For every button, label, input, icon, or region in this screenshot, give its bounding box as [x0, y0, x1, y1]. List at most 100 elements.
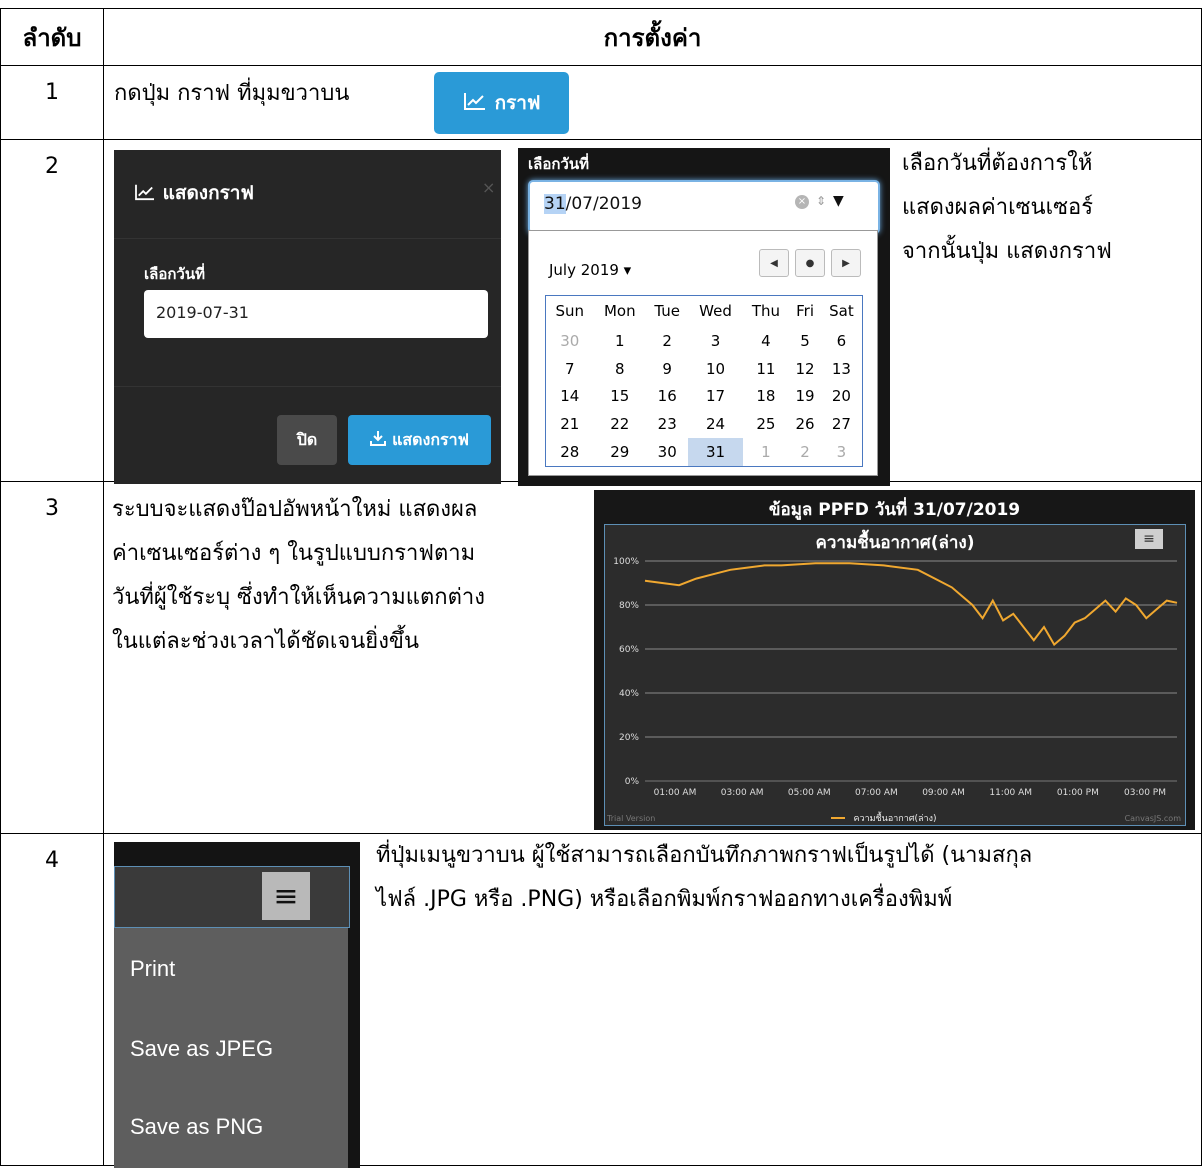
calendar-day[interactable]: 19	[789, 383, 821, 411]
y-tick-label: 0%	[625, 777, 640, 787]
calendar-day[interactable]: 12	[789, 355, 821, 383]
calendar-day[interactable]: 17	[688, 383, 742, 411]
hamburger-menu-icon[interactable]: ≡	[262, 872, 310, 920]
today-icon[interactable]: ●	[795, 249, 825, 277]
x-tick-label: 07:00 AM	[855, 788, 898, 798]
row-number: 1	[0, 65, 104, 140]
step-text: กดปุ่ม กราฟ ที่มุมขวาบน	[114, 81, 350, 106]
chart-icon	[463, 91, 487, 116]
show-graph-button[interactable]: แสดงกราฟ	[348, 415, 491, 465]
x-tick-label: 03:00 PM	[1124, 788, 1166, 798]
calendar-day[interactable]: 8	[594, 355, 646, 383]
watermark-right: CanvasJS.com	[1125, 814, 1182, 823]
calendar-day[interactable]: 1	[743, 438, 790, 466]
dropdown-icon[interactable]: ▼	[833, 193, 844, 209]
date-field[interactable]: 31/07/2019 × ⇕ ▼	[528, 180, 880, 234]
calendar-day[interactable]: 21	[546, 410, 594, 438]
row-content: ระบบจะแสดงป๊อปอัพหน้าใหม่ แสดงผล ค่าเซนเ…	[103, 481, 1202, 834]
calendar-day[interactable]: 31	[688, 438, 743, 467]
calendar-day[interactable]: 3	[821, 438, 863, 466]
weekday-header: Sat	[829, 302, 854, 321]
step-text: ที่ปุ่มเมนูขวาบน ผู้ใช้สามารถเลือกบันทึก…	[376, 843, 1033, 912]
weekday-header: Wed	[699, 302, 732, 321]
month-selector[interactable]: July 2019 ▾	[549, 261, 631, 279]
calendar-day[interactable]: 24	[688, 410, 742, 438]
weekday-header: Sun	[555, 302, 585, 321]
calendar-day[interactable]: 26	[789, 410, 821, 438]
calendar-day[interactable]: 6	[821, 327, 863, 355]
weekday-header: Mon	[603, 302, 636, 321]
calendar-day[interactable]: 20	[821, 383, 863, 411]
calendar-day[interactable]: 23	[646, 410, 688, 438]
graph-modal: แสดงกราฟ × เลือกวันที่ 2019-07-31 ปิด แส…	[114, 150, 501, 484]
clear-icon[interactable]: ×	[795, 195, 809, 209]
watermark-left: Trial Version	[606, 814, 655, 823]
close-button[interactable]: ปิด	[277, 415, 337, 465]
calendar-grid: Sun Mon Tue Wed Thu Fri Sat 30 1 2 3 4 5 6 7 8 9 10 11 12 13…	[545, 295, 863, 467]
divider	[114, 386, 501, 387]
download-icon	[370, 430, 387, 450]
calendar-day[interactable]: 14	[546, 383, 594, 411]
calendar-day[interactable]: 30	[546, 327, 594, 355]
chart-window: ข้อมูล PPFD วันที่ 31/07/2019 ความชื้นอา…	[594, 490, 1195, 830]
y-tick-label: 80%	[619, 601, 639, 611]
calendar-popup: July 2019 ▾ ◀ ● ▶ Sun Mon Tue Wed Thu Fri Sat 3…	[528, 230, 878, 476]
menu-item-save-jpeg[interactable]: Save as JPEG	[130, 1036, 273, 1062]
row-content: กดปุ่ม กราฟ ที่มุมขวาบน กราฟ	[103, 65, 1202, 140]
calendar-day[interactable]: 28	[546, 438, 594, 466]
calendar-day[interactable]: 30	[646, 438, 688, 466]
x-tick-label: 03:00 AM	[721, 788, 764, 798]
date-input[interactable]: 2019-07-31	[144, 290, 488, 338]
calendar-day[interactable]: 27	[821, 410, 863, 438]
spinner-icon[interactable]: ⇕	[816, 194, 826, 208]
menu-item-print[interactable]: Print	[130, 956, 175, 982]
export-menu: Print Save as JPEG Save as PNG	[114, 928, 348, 1168]
x-tick-label: 11:00 AM	[989, 788, 1032, 798]
x-tick-label: 01:00 PM	[1057, 788, 1099, 798]
close-icon[interactable]: ×	[482, 178, 495, 197]
chart-heading: ข้อมูล PPFD วันที่ 31/07/2019	[768, 500, 1021, 520]
step-text: เลือกวันที่ต้องการให้ แสดงผลค่าเซนเซอร์ …	[902, 151, 1112, 264]
calendar-day[interactable]: 7	[546, 355, 594, 383]
settings-table: ลำดับ การตั้งค่า 1 กดปุ่ม กราฟ ที่มุมขวา…	[0, 8, 1202, 1168]
calendar-day[interactable]: 9	[646, 355, 688, 383]
menu-item-save-png[interactable]: Save as PNG	[130, 1114, 263, 1140]
y-tick-label: 40%	[619, 689, 639, 699]
calendar-day[interactable]: 22	[594, 410, 646, 438]
chart-panel-top	[114, 866, 350, 928]
calendar-day[interactable]: 3	[688, 327, 742, 355]
chart-icon	[135, 184, 154, 201]
calendar-day[interactable]: 10	[688, 355, 742, 383]
row-content: ≡ Print Save as JPEG Save as PNG ที่ปุ่ม…	[103, 833, 1202, 1168]
calendar-day[interactable]: 13	[821, 355, 863, 383]
y-tick-label: 100%	[613, 557, 639, 567]
calendar-day[interactable]: 11	[743, 355, 790, 383]
weekday-header: Thu	[751, 302, 780, 321]
y-tick-label: 60%	[619, 645, 639, 655]
date-picker-label: เลือกวันที่	[528, 155, 589, 173]
graph-button-label: กราฟ	[494, 92, 541, 114]
calendar-day[interactable]: 5	[789, 327, 821, 355]
graph-button[interactable]: กราฟ	[434, 72, 569, 134]
weekday-header: Fri	[796, 302, 814, 321]
calendar-day[interactable]: 2	[646, 327, 688, 355]
calendar-day[interactable]: 16	[646, 383, 688, 411]
row-number: 3	[0, 481, 104, 834]
calendar-day[interactable]: 15	[594, 383, 646, 411]
row-number: 4	[0, 833, 104, 1166]
y-tick-label: 20%	[619, 733, 639, 743]
calendar-day[interactable]: 18	[743, 383, 790, 411]
calendar-day[interactable]: 25	[743, 410, 790, 438]
date-label: เลือกวันที่	[144, 265, 205, 283]
calendar-day[interactable]: 2	[789, 438, 821, 466]
calendar-day[interactable]: 29	[594, 438, 646, 466]
prev-month-icon[interactable]: ◀	[759, 249, 789, 277]
divider	[114, 238, 501, 239]
row-number: 2	[0, 139, 104, 482]
calendar-day[interactable]: 4	[743, 327, 790, 355]
calendar-day[interactable]: 1	[594, 327, 646, 355]
chart-plot: 0% 20% 40% 60% 80% 100% 01:00 AM 03:00 AM 05:00 …	[606, 557, 1182, 824]
col-order-header: ลำดับ	[0, 8, 104, 66]
modal-title: แสดงกราฟ	[134, 178, 254, 208]
next-month-icon[interactable]: ▶	[831, 249, 861, 277]
